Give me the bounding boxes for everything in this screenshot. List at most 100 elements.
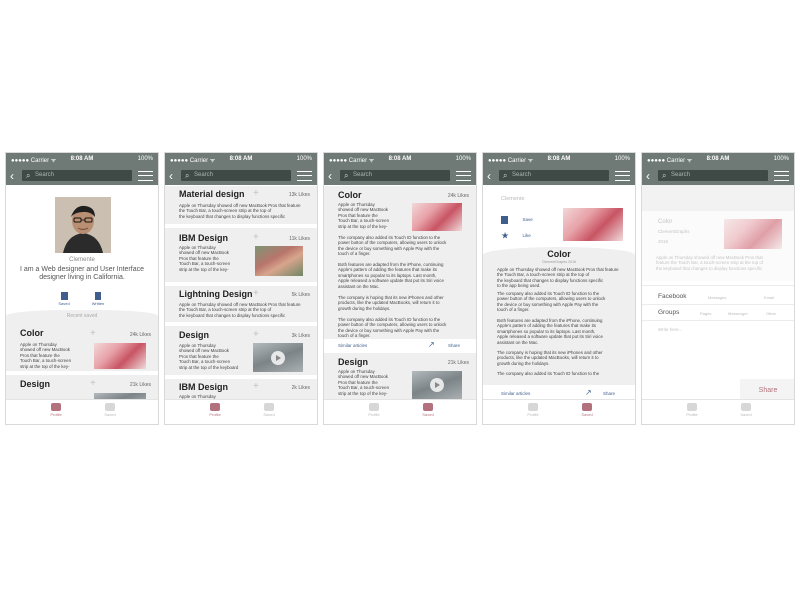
excerpt-line: strip at the top of the key- [338, 390, 388, 396]
tab-profile[interactable]: Profile [195, 403, 235, 417]
excerpt-line: strip at the top of the keyboard [179, 364, 239, 370]
share-link[interactable]: Share [603, 391, 615, 396]
article-excerpt: Apple on Thursday showed off new MacBook… [179, 203, 309, 219]
paragraph-line: growth during the holidays. [497, 360, 550, 366]
excerpt-line: strip at the top of the key- [20, 363, 70, 369]
article-author: ClementGraphs [658, 229, 690, 234]
tab-saved[interactable]: Saved [726, 403, 766, 417]
tab-label: Saved [263, 412, 275, 417]
saved-label: Saved [58, 301, 70, 306]
article-title: Color [20, 328, 44, 338]
flower-thumbnail[interactable] [94, 343, 146, 369]
article-excerpt: Apple on Thursday showed off new MacBook… [338, 369, 408, 396]
avatar [55, 197, 111, 253]
similar-articles-link[interactable]: Similar articles [338, 343, 367, 348]
add-icon[interactable]: + [253, 233, 259, 243]
tab-profile[interactable]: Profile [354, 403, 394, 417]
other-option[interactable]: Other [766, 311, 776, 316]
add-icon[interactable]: + [253, 382, 259, 392]
messages-option[interactable]: Messages [708, 295, 726, 300]
add-icon[interactable]: + [90, 379, 96, 389]
profile-icon [210, 403, 220, 411]
tab-profile[interactable]: Profile [672, 403, 712, 417]
search-placeholder: Search [353, 172, 373, 178]
share-button[interactable]: Share [740, 379, 794, 401]
flower-image[interactable] [563, 208, 623, 241]
tab-saved[interactable]: Saved [90, 403, 130, 417]
article-title: IBM Design [179, 233, 229, 243]
likes-count: 13k Likes [288, 192, 310, 198]
written-tab[interactable]: Written [89, 292, 107, 306]
tab-profile[interactable]: Profile [513, 403, 553, 417]
back-icon[interactable]: ‹ [10, 169, 14, 183]
saved-tab[interactable]: Saved [56, 292, 72, 306]
bird-thumbnail[interactable] [255, 246, 303, 276]
like-label: Like [522, 233, 531, 239]
back-icon[interactable]: ‹ [169, 169, 173, 183]
menu-icon[interactable] [615, 171, 630, 181]
likes-count: 2k Likes [291, 385, 310, 391]
email-option[interactable]: Email [764, 295, 774, 300]
back-icon[interactable]: ‹ [487, 169, 491, 183]
share-sheet: Facebook Messages Email Groups Pages Mes… [642, 285, 794, 403]
article-card[interactable]: Color + 24k Likes Apple on Thursday show… [6, 323, 158, 373]
search-input[interactable]: ⌕ Search [658, 170, 768, 181]
back-icon[interactable]: ‹ [646, 169, 650, 183]
tab-saved[interactable]: Saved [567, 403, 607, 417]
article-card[interactable]: Design + 3k Likes Apple on Thursday show… [165, 326, 317, 377]
paragraph-line: to the app being used. [497, 283, 541, 289]
similar-articles-link[interactable]: Similar articles [501, 391, 530, 396]
article-card[interactable]: Design 21k Likes Apple on Thursday showe… [324, 354, 476, 404]
search-input[interactable]: ⌕ Search [181, 170, 291, 181]
tab-saved[interactable]: Saved [408, 403, 448, 417]
back-icon[interactable]: ‹ [328, 169, 332, 183]
article-excerpt: Apple on Thursday showed off new MacBook… [20, 342, 90, 369]
phone-article-actions: ●●●●● Carrier ᯤ 8:08 AM 100% ‹ ⌕ Search … [482, 152, 636, 425]
flower-image[interactable] [412, 203, 462, 231]
share-link[interactable]: Share [448, 343, 460, 348]
article-year: 2016 [658, 239, 669, 244]
add-icon[interactable]: + [253, 289, 259, 299]
groups-option[interactable]: Groups [658, 309, 679, 316]
video-thumbnail[interactable] [253, 343, 303, 372]
written-label: Written [91, 301, 105, 306]
facebook-option[interactable]: Facebook [658, 293, 687, 300]
search-input[interactable]: ⌕ Search [22, 170, 132, 181]
menu-icon[interactable] [456, 171, 471, 181]
menu-icon[interactable] [297, 171, 312, 181]
add-icon[interactable]: + [253, 189, 259, 199]
share-icon[interactable]: ↗ [585, 389, 592, 397]
paragraph-line: The company also added its Touch ID func… [497, 371, 600, 376]
tab-bar: Profile Saved [483, 399, 635, 424]
article-card[interactable]: IBM Design + 11k Likes Apple on Thursday… [165, 228, 317, 284]
tab-saved[interactable]: Saved [249, 403, 289, 417]
menu-icon[interactable] [138, 171, 153, 181]
battery-level: 100% [455, 156, 471, 162]
phone-article-list: ●●●●● Carrier ᯤ 8:08 AM 100% ‹ ⌕ Search … [164, 152, 318, 425]
messenger-option[interactable]: Messenger [728, 311, 748, 316]
like-action[interactable]: ★ Like [501, 227, 531, 245]
search-input[interactable]: ⌕ Search [340, 170, 450, 181]
profile-name: Clemente [69, 257, 95, 263]
video-thumbnail[interactable] [412, 371, 462, 399]
play-icon[interactable] [430, 378, 444, 392]
article-meta: ClementGraphs 2016 [541, 260, 577, 264]
menu-icon[interactable] [774, 171, 789, 181]
profile-icon [687, 403, 697, 411]
write-field[interactable]: Write here... [642, 323, 794, 378]
add-icon[interactable]: + [253, 330, 259, 340]
article-paragraph: Apple on Thursday showed off new MacBook… [497, 267, 629, 289]
search-input[interactable]: ⌕ Search [499, 170, 609, 181]
written-icon [95, 292, 101, 300]
paragraph-line: the keyboard that changes to display fun… [656, 265, 763, 271]
share-icon[interactable]: ↗ [428, 341, 435, 349]
pages-option[interactable]: Pages [700, 311, 711, 316]
tab-profile[interactable]: Profile [36, 403, 76, 417]
add-icon[interactable]: + [90, 329, 96, 339]
article-card[interactable]: Material design + 13k Likes Apple on Thu… [165, 186, 317, 226]
article-card[interactable]: Lightning Design + 5k Likes Apple on Thu… [165, 286, 317, 324]
status-bar: ●●●●● Carrier ᯤ 8:08 AM 100% [642, 153, 794, 167]
play-icon[interactable] [271, 351, 285, 365]
saved-icon [264, 403, 274, 411]
bio-line: I am a Web designer and User Interface [20, 266, 144, 273]
